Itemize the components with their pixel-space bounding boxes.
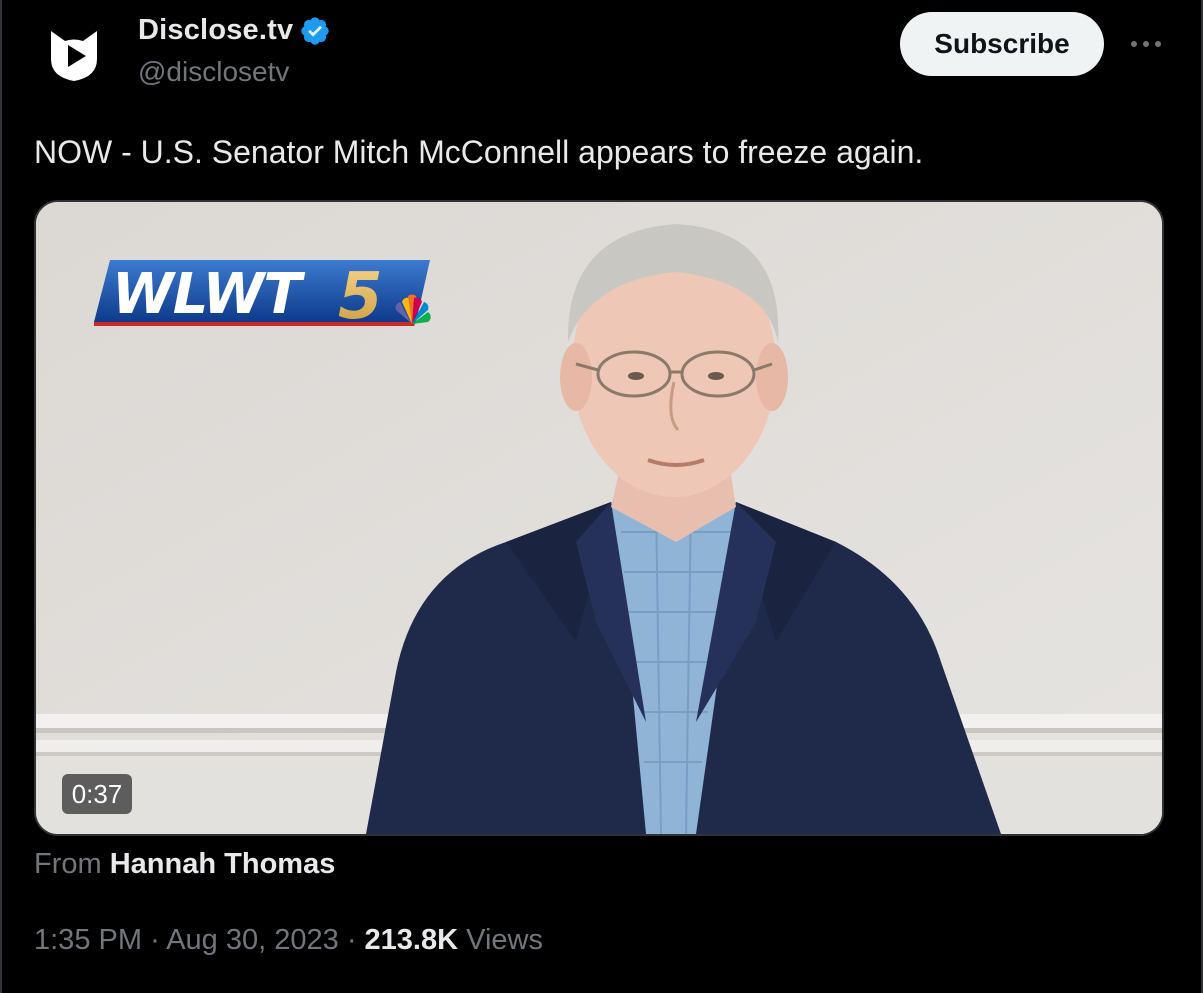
more-options-button[interactable] (1124, 26, 1168, 62)
video-duration-badge: 0:37 (62, 774, 132, 814)
more-horizontal-icon (1131, 41, 1161, 47)
source-name-link[interactable]: Hannah Thomas (110, 848, 336, 880)
meta-separator: · (150, 924, 160, 956)
play-cat-icon (51, 31, 97, 81)
author-handle[interactable]: @disclosetv (138, 56, 289, 88)
tweet-meta: 1:35 PM · Aug 30, 2023 · 213.8K Views (34, 924, 543, 957)
author-avatar[interactable] (36, 18, 112, 94)
subscribe-button[interactable]: Subscribe (900, 12, 1104, 76)
source-prefix: From (34, 848, 102, 880)
video-thumbnail: WLWT 5 (36, 202, 1162, 834)
svg-text:5: 5 (338, 260, 383, 334)
verified-badge-icon[interactable] (299, 15, 331, 47)
tweet-text: NOW - U.S. Senator Mitch McConnell appea… (34, 134, 924, 170)
frame-border (0, 0, 2, 993)
author-name-row: Disclose.tv (138, 14, 331, 47)
views-count: 213.8K (364, 924, 459, 956)
wlwt5-logo: WLWT 5 (94, 260, 431, 334)
source-attribution: From Hannah Thomas (34, 848, 335, 881)
video-player[interactable]: WLWT 5 0:37 (34, 200, 1164, 836)
meta-separator: · (346, 924, 357, 956)
tweet-date[interactable]: Aug 30, 2023 (166, 924, 339, 956)
views-label: Views (466, 924, 543, 956)
tweet-time[interactable]: 1:35 PM (34, 924, 142, 956)
author-display-name[interactable]: Disclose.tv (138, 14, 293, 47)
svg-text:WLWT: WLWT (112, 262, 305, 327)
